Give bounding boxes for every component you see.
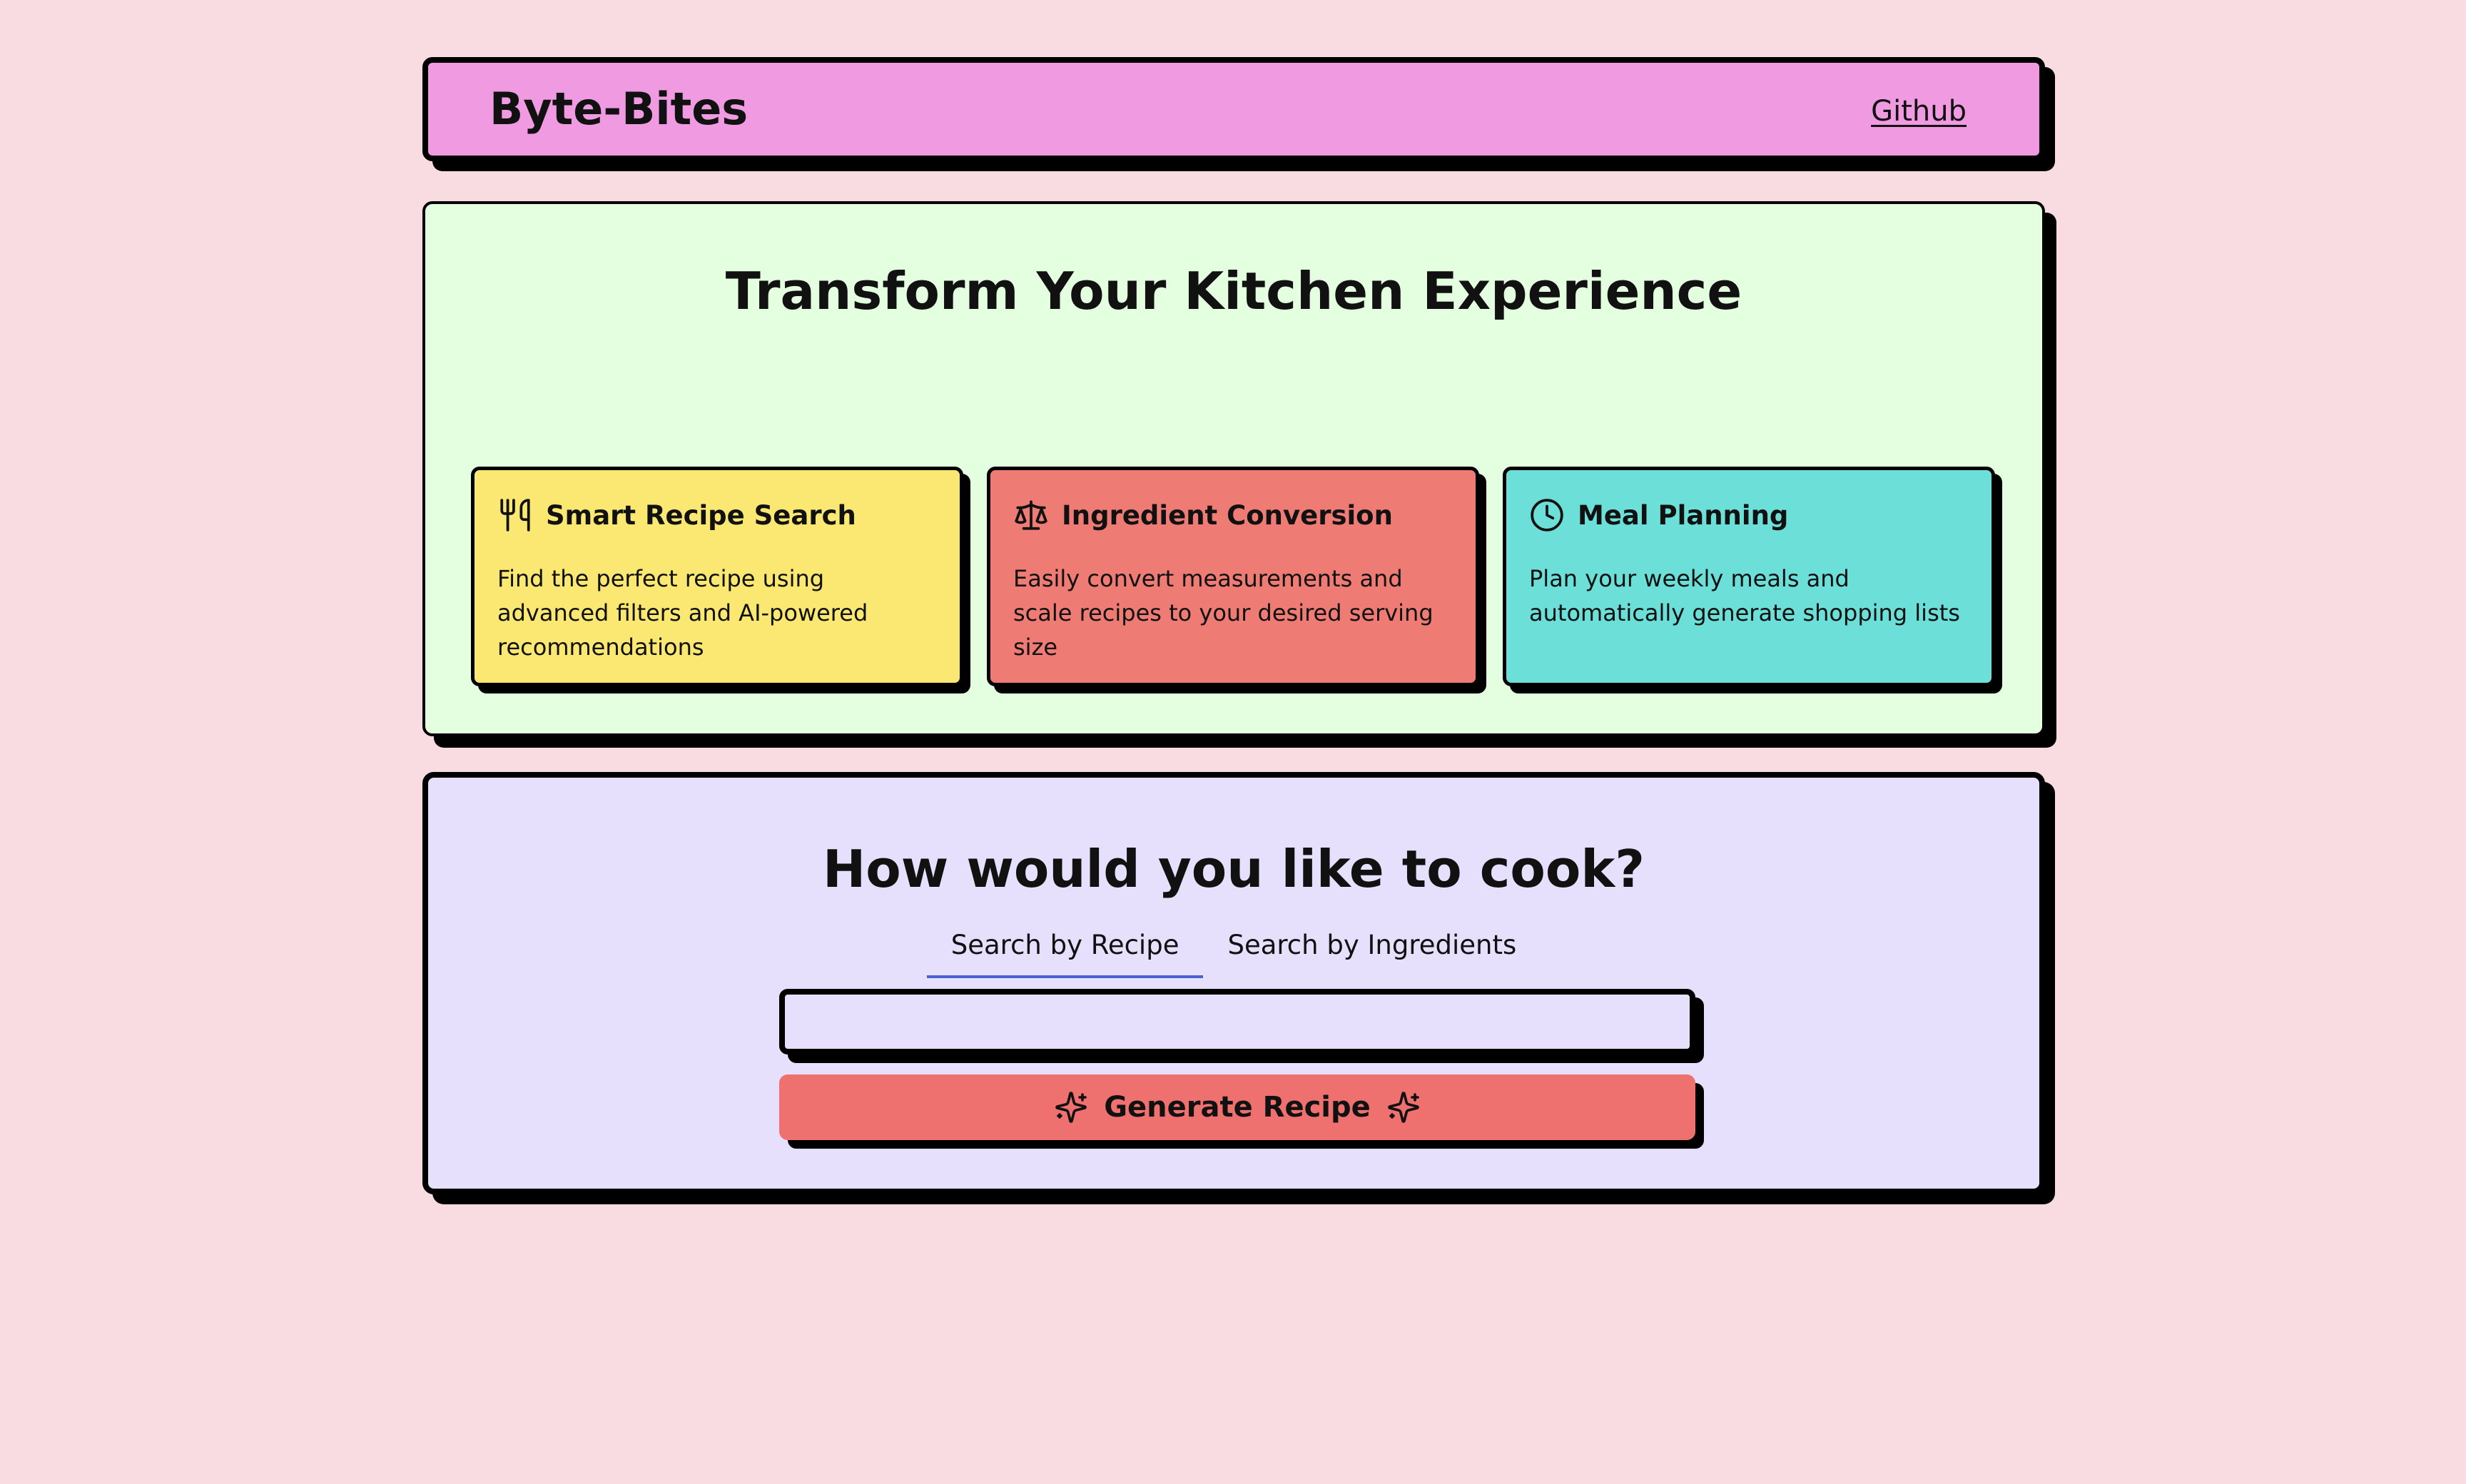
feature-card-description: Plan your weekly meals and automatically…: [1529, 565, 1960, 626]
search-mode-tabs: Search by Recipe Search by Ingredients: [428, 925, 2039, 978]
hero-title: Transform Your Kitchen Experience: [725, 261, 1742, 321]
github-link[interactable]: Github: [1871, 97, 1967, 126]
feature-card-header: Ingredient Conversion: [1013, 497, 1393, 533]
feature-card-title: Smart Recipe Search: [546, 499, 856, 531]
cook-section-title: How would you like to cook?: [823, 839, 1645, 899]
top-navbar: Byte-Bites Github: [422, 57, 2045, 161]
feature-card-description: Find the perfect recipe using advanced f…: [497, 565, 868, 661]
utensils-icon: [500, 499, 530, 532]
cook-section: How would you like to cook? Search by Re…: [422, 772, 2045, 1194]
feature-card-description: Easily convert measurements and scale re…: [1013, 565, 1434, 661]
feature-card-smart-recipe-search: Smart Recipe Search Find the perfect rec…: [471, 467, 963, 686]
feature-card-title: Ingredient Conversion: [1062, 499, 1393, 531]
feature-card-header: Smart Recipe Search: [497, 497, 856, 533]
tab-search-by-ingredients[interactable]: Search by Ingredients: [1203, 925, 1541, 978]
scale-icon: [1015, 500, 1047, 530]
recipe-search-input[interactable]: [779, 989, 1695, 1054]
sparkles-icon: [1388, 1092, 1419, 1123]
generate-recipe-label: Generate Recipe: [1104, 1091, 1371, 1124]
feature-card-meal-planning: Meal Planning Plan your weekly meals and…: [1503, 467, 1995, 686]
feature-card-title: Meal Planning: [1578, 499, 1789, 531]
brand-logo-text[interactable]: Byte-Bites: [489, 87, 748, 131]
feature-card-header: Meal Planning: [1529, 497, 1788, 533]
clock-icon: [1531, 499, 1563, 532]
generate-recipe-button[interactable]: Generate Recipe: [779, 1074, 1695, 1140]
hero-section: Transform Your Kitchen Experience Smart …: [422, 201, 2045, 736]
feature-card-ingredient-conversion: Ingredient Conversion Easily convert mea…: [987, 467, 1479, 686]
tab-search-by-recipe[interactable]: Search by Recipe: [926, 925, 1204, 978]
sparkles-icon: [1055, 1092, 1087, 1123]
